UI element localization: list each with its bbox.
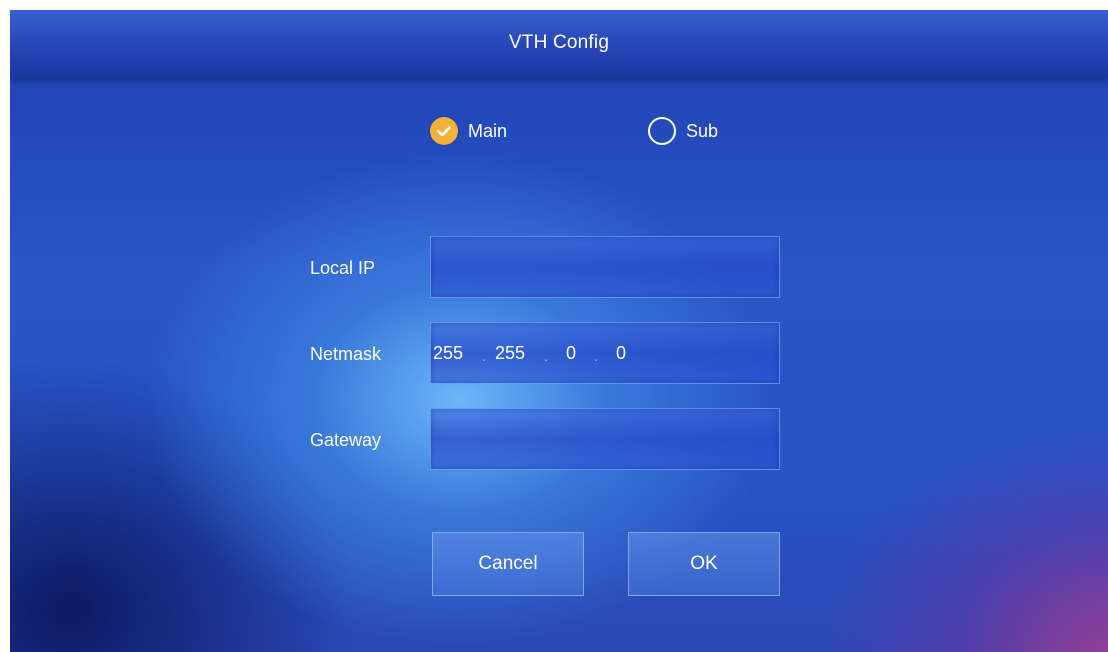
cancel-button[interactable]: Cancel [432,532,584,596]
vth-config-screen: VTH Config Main Sub Local IP Netmask 255… [10,10,1108,652]
netmask-octet-3[interactable]: 0 [557,343,585,364]
gateway-label: Gateway [310,430,382,450]
netmask-input[interactable]: 255 . 255 . 0 . 0 [430,322,780,384]
radio-empty-icon [648,117,676,145]
local-ip-label: Local IP [310,258,376,278]
check-icon [430,117,458,145]
ok-button[interactable]: OK [628,532,780,596]
radio-main[interactable]: Main [430,114,507,148]
netmask-value: 255 . 255 . 0 . 0 [433,323,635,383]
local-ip-input[interactable] [430,236,780,298]
radio-sub-label: Sub [686,120,719,141]
netmask-octet-2[interactable]: 255 [495,343,535,364]
gateway-input[interactable] [430,408,780,470]
netmask-separator: . [594,348,598,364]
netmask-separator: . [544,348,548,364]
radio-main-label: Main [468,120,508,141]
page-title: VTH Config [508,32,610,53]
radio-sub[interactable]: Sub [648,114,718,148]
netmask-separator: . [482,348,486,364]
netmask-label: Netmask [310,344,382,364]
netmask-octet-4[interactable]: 0 [607,343,635,364]
netmask-octet-1[interactable]: 255 [433,343,473,364]
title-bar: VTH Config [10,10,1108,78]
